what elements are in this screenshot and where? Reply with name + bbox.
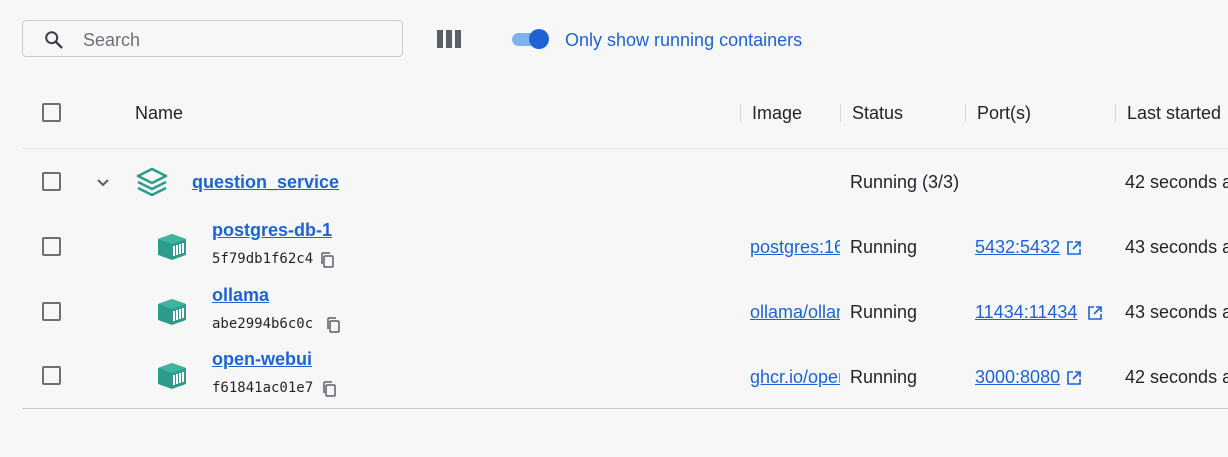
- search-icon: [45, 31, 63, 49]
- external-link-icon[interactable]: [1066, 370, 1082, 386]
- stack-icon: [136, 167, 168, 197]
- copy-icon[interactable]: [320, 252, 334, 268]
- column-divider[interactable]: [1115, 104, 1116, 122]
- header-status[interactable]: Status: [852, 103, 903, 124]
- container-name-link[interactable]: postgres-db-1: [212, 220, 332, 241]
- column-divider[interactable]: [965, 104, 966, 122]
- image-link[interactable]: ollama/ollama: [750, 302, 840, 322]
- container-status: Running: [850, 302, 918, 322]
- header-divider: [22, 148, 1228, 149]
- group-last-started-cell: 42 seconds ago: [1125, 172, 1228, 193]
- container-name-link[interactable]: ollama: [212, 285, 269, 306]
- image-cell: postgres:16: [750, 237, 840, 258]
- container-name-link[interactable]: open-webui: [212, 349, 312, 370]
- port-link[interactable]: 3000:8080: [975, 367, 1060, 388]
- search-input[interactable]: [81, 27, 385, 53]
- header-name[interactable]: Name: [135, 103, 183, 124]
- image-link[interactable]: postgres:16: [750, 237, 840, 257]
- group-checkbox[interactable]: [42, 172, 61, 191]
- last-started: 43 seconds ago: [1125, 237, 1228, 257]
- container-id: 5f79db1f62c4: [212, 251, 314, 267]
- external-link-icon[interactable]: [1087, 305, 1103, 321]
- row-checkbox[interactable]: [42, 237, 61, 256]
- chevron-down-icon[interactable]: [95, 174, 111, 190]
- container-icon: [158, 299, 186, 325]
- running-only-toggle[interactable]: [512, 28, 550, 50]
- containers-view: Only show running containers Name Image …: [0, 0, 1228, 457]
- table-bottom-divider: [22, 408, 1228, 409]
- port-link[interactable]: 11434:11434: [975, 302, 1077, 323]
- image-cell: ollama/ollama: [750, 302, 840, 323]
- last-started: 42 seconds ago: [1125, 367, 1228, 387]
- toggle-label[interactable]: Only show running containers: [565, 30, 802, 51]
- container-status: Running: [850, 367, 918, 387]
- container-icon: [158, 234, 186, 260]
- row-checkbox[interactable]: [42, 366, 61, 385]
- header-image[interactable]: Image: [752, 103, 802, 124]
- image-cell: ghcr.io/open-webui: [750, 367, 840, 388]
- last-started-cell: 42 seconds ago: [1125, 367, 1228, 388]
- column-divider[interactable]: [840, 104, 841, 122]
- group-last-started: 42 seconds ago: [1125, 172, 1228, 192]
- group-status: Running (3/3): [850, 172, 960, 192]
- container-icon: [158, 363, 186, 389]
- port-link[interactable]: 5432:5432: [975, 237, 1060, 258]
- copy-icon[interactable]: [326, 317, 340, 333]
- last-started-cell: 43 seconds ago: [1125, 302, 1228, 323]
- container-id: abe2994b6c0c: [212, 316, 314, 332]
- external-link-icon[interactable]: [1066, 240, 1082, 256]
- toggle-knob: [529, 29, 549, 49]
- search-box[interactable]: [22, 20, 403, 57]
- header-ports[interactable]: Port(s): [977, 103, 1031, 124]
- last-started-cell: 43 seconds ago: [1125, 237, 1228, 258]
- group-name-link[interactable]: question_service: [192, 172, 339, 193]
- image-link[interactable]: ghcr.io/open-webui: [750, 367, 840, 387]
- columns-icon[interactable]: [436, 28, 462, 50]
- select-all-checkbox[interactable]: [42, 103, 61, 122]
- container-id: f61841ac01e7: [212, 380, 314, 396]
- header-last-started[interactable]: Last started: [1127, 103, 1221, 124]
- row-checkbox[interactable]: [42, 302, 61, 321]
- column-divider[interactable]: [740, 104, 741, 122]
- last-started: 43 seconds ago: [1125, 302, 1228, 322]
- copy-icon[interactable]: [322, 381, 336, 397]
- container-status: Running: [850, 237, 918, 257]
